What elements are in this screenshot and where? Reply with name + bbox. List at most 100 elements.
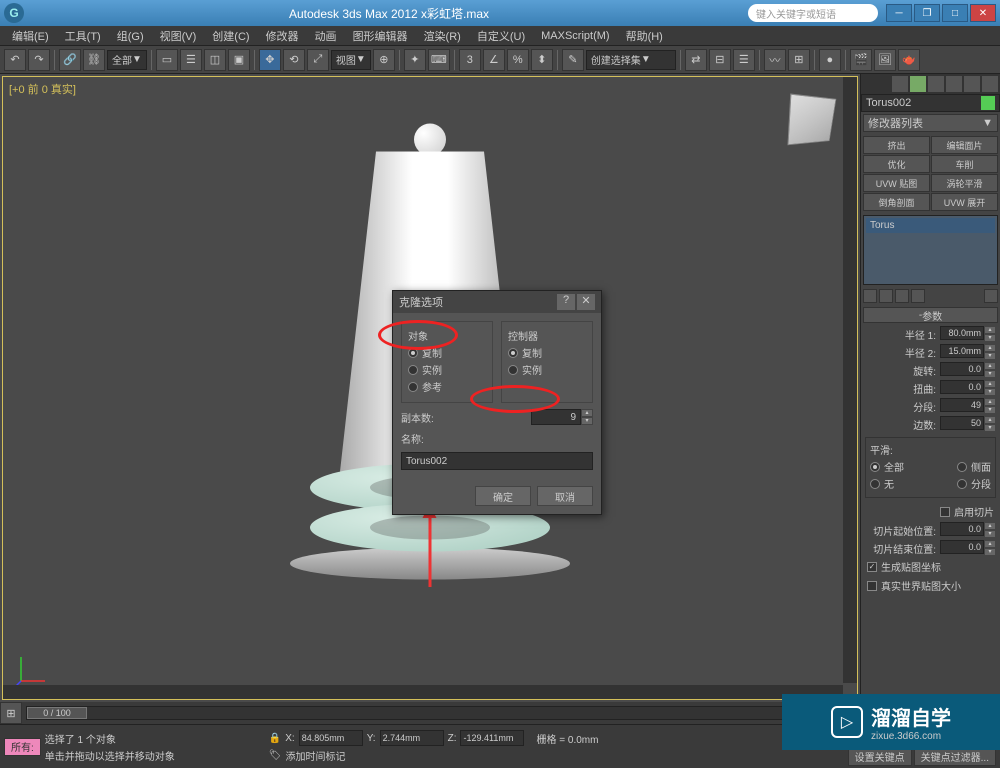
remove-modifier-button[interactable] [911,289,925,303]
mod-bevelprofile[interactable]: 倒角剖面 [863,193,930,211]
radius1-down[interactable]: ▾ [984,334,996,342]
rotate-button[interactable]: ⟲ [283,49,305,71]
segments-input[interactable] [940,398,984,412]
twist-input[interactable] [940,380,984,394]
lock-icon[interactable]: 🔒 [269,733,281,744]
scale-button[interactable]: ⤢ [307,49,329,71]
copies-up[interactable]: ▴ [581,409,593,417]
undo-button[interactable]: ↶ [4,49,26,71]
angle-snap-button[interactable]: ∠ [483,49,505,71]
snap-button[interactable]: 3 [459,49,481,71]
display-tab[interactable] [964,76,980,92]
align-button[interactable]: ⊟ [709,49,731,71]
mod-extrude[interactable]: 挤出 [863,136,930,154]
object-copy-radio[interactable] [408,348,418,358]
menu-views[interactable]: 视图(V) [152,28,205,44]
stack-item-torus[interactable]: Torus [866,218,995,233]
create-tab[interactable] [892,76,908,92]
mod-optimize[interactable]: 优化 [863,155,930,173]
percent-snap-button[interactable]: % [507,49,529,71]
clone-name-input[interactable] [401,452,593,470]
edit-named-sel-button[interactable]: ✎ [562,49,584,71]
selection-filter-dropdown[interactable]: 全部 ▼ [107,50,147,70]
link-button[interactable]: 🔗 [59,49,81,71]
controller-copy-radio[interactable] [508,348,518,358]
controller-instance-radio[interactable] [508,365,518,375]
motion-tab[interactable] [946,76,962,92]
object-reference-radio[interactable] [408,382,418,392]
curve-editor-button[interactable]: 〰 [764,49,786,71]
mod-uvwunwrap[interactable]: UVW 展开 [931,193,998,211]
minimize-button[interactable]: ─ [886,4,912,22]
object-color-swatch[interactable] [981,96,995,110]
modify-tab[interactable] [910,76,926,92]
window-crossing-button[interactable]: ▣ [228,49,250,71]
slice-to-input[interactable] [940,540,984,554]
ref-coord-dropdown[interactable]: 视图 ▼ [331,50,371,70]
menu-animation[interactable]: 动画 [307,28,345,44]
radius1-input[interactable] [940,326,984,340]
time-tag-icon[interactable]: 🏷 [269,750,282,761]
menu-help[interactable]: 帮助(H) [618,28,671,44]
rendered-frame-button[interactable]: 🖼 [874,49,896,71]
radius1-up[interactable]: ▴ [984,326,996,334]
maximize-button[interactable]: □ [942,4,968,22]
select-region-button[interactable]: ◫ [204,49,226,71]
prompt-indicator[interactable]: 所有: [4,738,41,756]
render-setup-button[interactable]: 🎬 [850,49,872,71]
unique-button[interactable] [895,289,909,303]
menu-graph-editors[interactable]: 图形编辑器 [345,28,416,44]
menu-tools[interactable]: 工具(T) [57,28,109,44]
smooth-all-radio[interactable] [870,462,880,472]
spinner-snap-button[interactable]: ⬍ [531,49,553,71]
viewcube[interactable] [787,93,836,145]
show-end-result-button[interactable] [879,289,893,303]
select-manipulate-button[interactable]: ✦ [404,49,426,71]
hierarchy-tab[interactable] [928,76,944,92]
mirror-button[interactable]: ⇄ [685,49,707,71]
select-button[interactable]: ▭ [156,49,178,71]
y-coord-input[interactable] [380,730,444,746]
mod-uvwmap[interactable]: UVW 贴图 [863,174,930,192]
smooth-sides-radio[interactable] [957,462,967,472]
ok-button[interactable]: 确定 [475,486,531,506]
dialog-close-button[interactable]: ✕ [577,294,595,310]
menu-create[interactable]: 创建(C) [204,28,257,44]
smooth-none-radio[interactable] [870,479,880,489]
copies-input[interactable] [531,409,581,425]
copies-down[interactable]: ▾ [581,417,593,425]
schematic-view-button[interactable]: ⊞ [788,49,810,71]
rollout-parameters[interactable]: - 参数 [863,307,998,323]
render-button[interactable]: 🫖 [898,49,920,71]
viewport-label[interactable]: [+0 前 0 真实] [9,81,76,97]
menu-customize[interactable]: 自定义(U) [469,28,533,44]
object-instance-radio[interactable] [408,365,418,375]
unlink-button[interactable]: ⛓ [83,49,105,71]
timeline-config-button[interactable]: ⊞ [0,702,22,724]
pivot-button[interactable]: ⊕ [373,49,395,71]
menu-edit[interactable]: 编辑(E) [4,28,57,44]
material-editor-button[interactable]: ● [819,49,841,71]
modifier-stack[interactable]: Torus [863,215,998,285]
time-marker[interactable]: 0 / 100 [27,707,87,719]
z-coord-input[interactable] [460,730,524,746]
menu-maxscript[interactable]: MAXScript(M) [533,30,617,42]
modifier-list-dropdown[interactable]: 修改器列表▼ [863,114,998,132]
add-time-tag[interactable]: 添加时间标记 [285,748,345,763]
smooth-segs-radio[interactable] [957,479,967,489]
named-selection-dropdown[interactable]: 创建选择集 ▼ [586,50,676,70]
gen-mapping-checkbox[interactable]: ✓ [867,562,877,572]
real-world-checkbox[interactable] [867,581,877,591]
radius2-input[interactable] [940,344,984,358]
restore-button[interactable]: ❐ [914,4,940,22]
object-name-field[interactable]: Torus002 [861,94,1000,112]
key-filters-button[interactable]: 关键点过滤器... [914,748,996,766]
sides-input[interactable] [940,416,984,430]
viewport-scrollbar-h[interactable] [3,685,843,699]
cancel-button[interactable]: 取消 [537,486,593,506]
utilities-tab[interactable] [982,76,998,92]
mod-editpatch[interactable]: 编辑面片 [931,136,998,154]
help-search-input[interactable]: 键入关键字或短语 [748,4,878,22]
layer-button[interactable]: ☰ [733,49,755,71]
move-button[interactable]: ✥ [259,49,281,71]
